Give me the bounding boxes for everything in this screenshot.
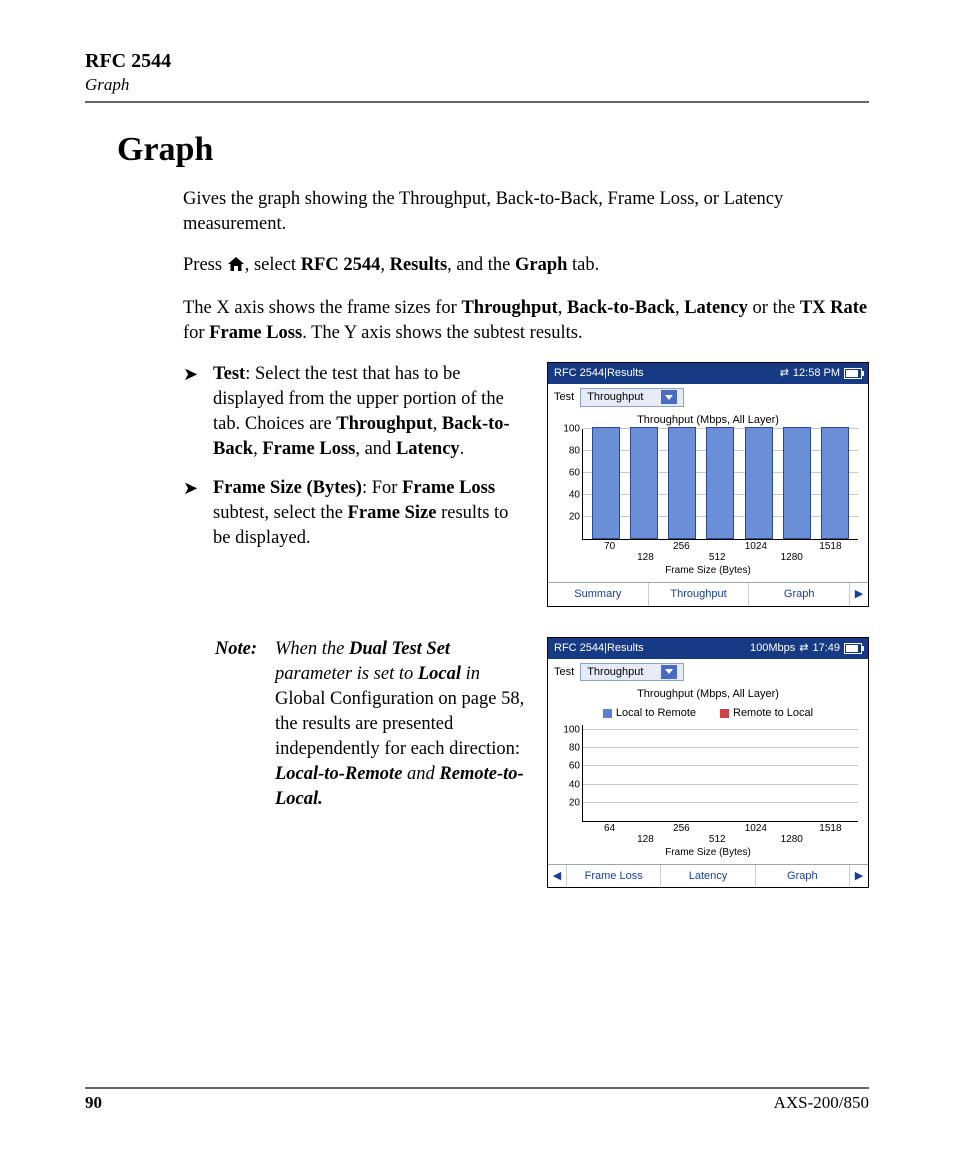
chevron-down-icon <box>661 390 677 404</box>
test-dropdown[interactable]: Throughput <box>580 388 684 407</box>
page-title: Graph <box>117 131 869 169</box>
x-ticks: 64 128 256 512 1024 1280 1518 <box>582 822 858 848</box>
bar <box>668 427 696 539</box>
chart-legend: Local to Remote Remote to Local <box>548 704 868 725</box>
chart-title: Throughput (Mbps, All Layer) <box>548 685 868 704</box>
running-header-section: Graph <box>85 75 869 95</box>
press-instruction: Press , select RFC 2544, Results, and th… <box>183 253 869 280</box>
dropdown-label: Test <box>554 665 574 680</box>
titlebar: RFC 2544|Results ⇄ 12:58 PM <box>548 363 868 384</box>
page-number: 90 <box>85 1093 102 1113</box>
tab-latency[interactable]: Latency <box>661 865 755 888</box>
clock: 17:49 <box>812 641 840 656</box>
footer-rule <box>85 1087 869 1089</box>
legend-swatch-local <box>603 709 612 718</box>
bar <box>821 427 849 539</box>
note-text: When the Dual Test Set parameter is set … <box>275 637 529 889</box>
battery-icon <box>844 368 862 379</box>
x-axis-label: Frame Size (Bytes) <box>548 564 868 582</box>
tab-summary[interactable]: Summary <box>548 583 649 606</box>
x-axis-label: Frame Size (Bytes) <box>548 846 868 864</box>
network-icon: ⇄ <box>799 641 808 656</box>
header-rule <box>85 101 869 103</box>
tab-frame-loss[interactable]: Frame Loss <box>567 865 661 888</box>
scroll-right-icon[interactable]: ▶ <box>850 865 868 888</box>
tab-graph[interactable]: Graph <box>749 583 850 606</box>
screenshot-2: RFC 2544|Results 100Mbps ⇄ 17:49 Test Thro… <box>547 637 869 889</box>
test-dropdown[interactable]: Throughput <box>580 663 684 682</box>
network-icon: ⇄ <box>780 366 789 381</box>
titlebar-text: RFC 2544|Results <box>554 641 644 656</box>
axis-explain: The X axis shows the frame sizes for Thr… <box>183 296 869 346</box>
bullet-frame-size: Frame Size (Bytes): For Frame Loss subte… <box>183 476 529 551</box>
titlebar: RFC 2544|Results 100Mbps ⇄ 17:49 <box>548 638 868 659</box>
intro-text: Gives the graph showing the Throughput, … <box>183 187 869 237</box>
chevron-down-icon <box>661 665 677 679</box>
dropdown-label: Test <box>554 390 574 405</box>
legend-swatch-remote <box>720 709 729 718</box>
titlebar-text: RFC 2544|Results <box>554 366 644 381</box>
bar <box>592 427 620 539</box>
running-header-chapter: RFC 2544 <box>85 50 869 73</box>
bar <box>706 427 734 539</box>
scroll-right-icon[interactable]: ▶ <box>850 583 868 606</box>
chart-plot: 20 40 60 80 100 <box>582 429 858 540</box>
tab-throughput[interactable]: Throughput <box>649 583 750 606</box>
product-name: AXS-200/850 <box>774 1093 869 1113</box>
screenshot-1: RFC 2544|Results ⇄ 12:58 PM Test Throughp… <box>547 362 869 607</box>
note-label: Note: <box>193 637 257 889</box>
bar <box>745 427 773 539</box>
battery-icon <box>844 643 862 654</box>
bullet-test: Test: Select the test that has to be dis… <box>183 362 529 462</box>
scroll-left-icon[interactable]: ◀ <box>548 865 567 888</box>
clock: 12:58 PM <box>793 366 840 381</box>
chart-plot: 20 40 60 80 100 <box>582 725 858 822</box>
x-ticks: 70 128 256 512 1024 1280 1518 <box>582 540 858 566</box>
home-icon <box>227 255 245 280</box>
bar <box>783 427 811 539</box>
tab-graph[interactable]: Graph <box>756 865 850 888</box>
link-status: 100Mbps <box>750 641 795 656</box>
bar <box>630 427 658 539</box>
